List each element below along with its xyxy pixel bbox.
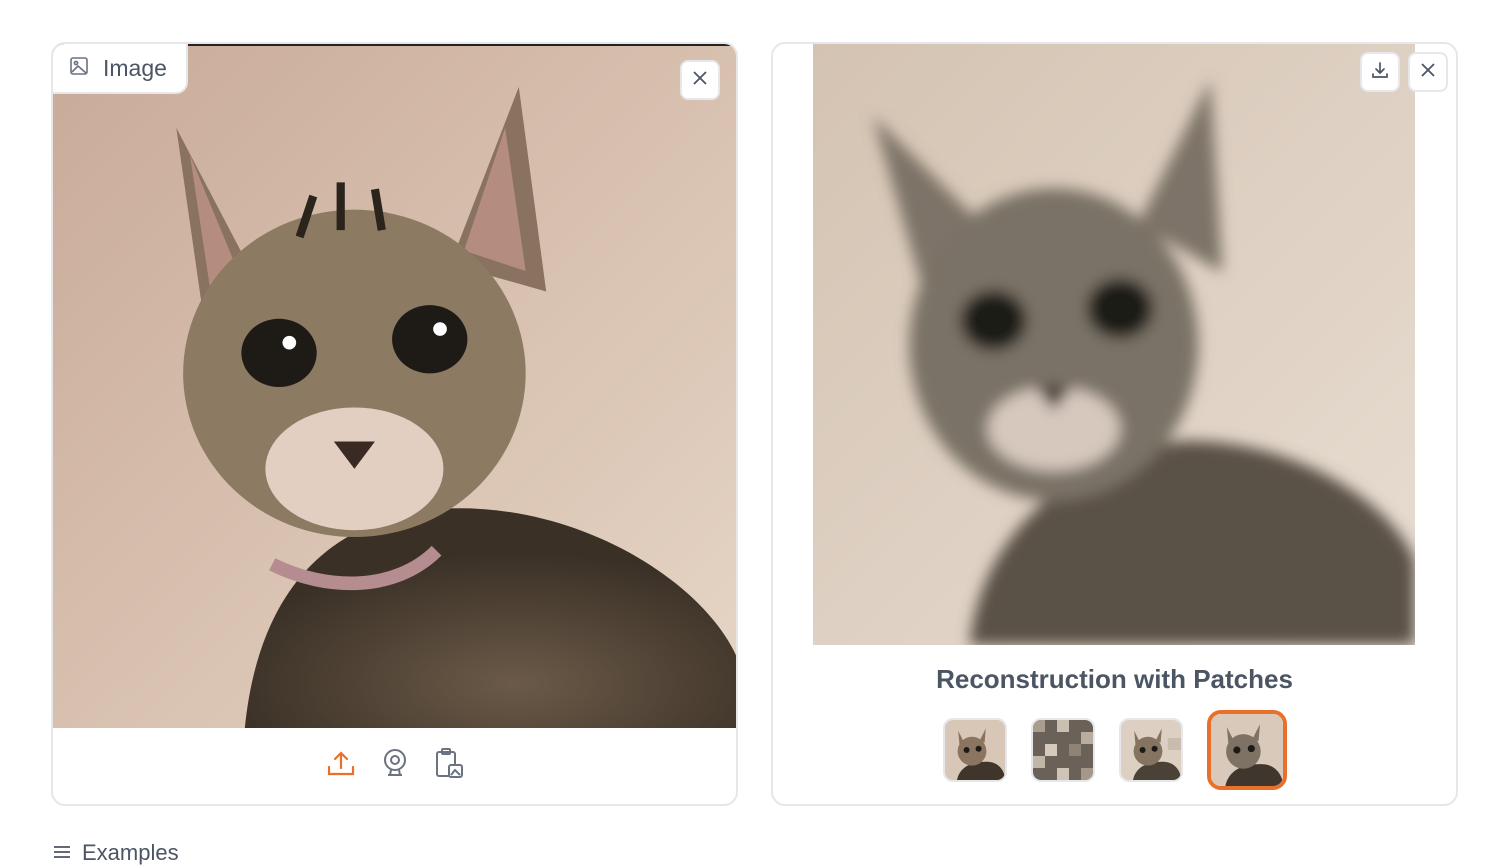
paste-clipboard-button[interactable] [433,747,465,784]
output-gallery-panel: Reconstruction with Patches [771,42,1458,806]
thumbnail-reconstruction[interactable] [1206,710,1287,790]
examples-label: Examples [82,840,179,865]
webcam-button[interactable] [379,748,411,782]
clear-input-button[interactable] [680,60,720,100]
thumbnail-partial[interactable] [1118,718,1183,782]
clipboard-icon [434,747,464,784]
download-button[interactable] [1360,52,1400,92]
thumbnail-masked-patches[interactable] [1030,718,1095,782]
reconstruction-image [813,44,1415,645]
upload-button[interactable] [325,748,357,782]
image-label-chip: Image [53,44,188,94]
gallery-thumbnails [773,710,1456,790]
image-icon [69,55,89,82]
examples-header: Examples [52,840,179,866]
webcam-icon [381,748,409,783]
list-icon [52,840,72,866]
clear-output-button[interactable] [1408,52,1448,92]
input-cat-image [53,44,736,728]
image-label: Image [103,54,167,81]
gallery-caption: Reconstruction with Patches [936,664,1293,694]
close-icon [691,69,709,92]
close-icon [1419,61,1437,84]
input-image-panel: Image [51,42,738,806]
download-icon [1371,61,1389,84]
thumbnail-original[interactable] [942,718,1007,782]
source-toolbar [53,726,736,804]
upload-icon [326,748,356,783]
